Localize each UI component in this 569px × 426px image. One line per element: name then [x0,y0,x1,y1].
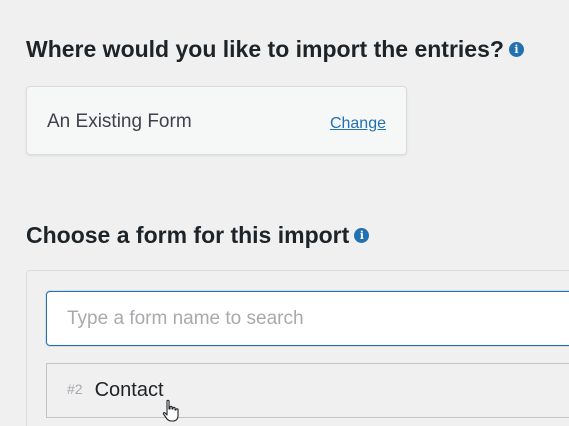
hand-pointer-icon [162,399,179,422]
import-target-heading-text: Where would you like to import the entri… [26,36,504,62]
info-icon[interactable]: i [508,42,524,57]
form-result-item[interactable]: #2 Contact [46,363,569,418]
form-chooser-heading-text: Choose a form for this import [26,222,350,248]
selected-import-target: An Existing Form Change [26,86,407,155]
selected-target-label: An Existing Form [47,111,192,132]
info-icon[interactable]: i [354,228,370,243]
form-search-input[interactable] [46,291,569,346]
import-target-heading: Where would you like to import the entri… [26,38,524,61]
form-chooser-heading: Choose a form for this import i [26,222,370,248]
change-link[interactable]: Change [330,115,386,133]
form-id-label: #2 [67,380,83,397]
import-entries-page: Where would you like to import the entri… [0,0,569,426]
form-name-label: Contact [94,379,164,401]
